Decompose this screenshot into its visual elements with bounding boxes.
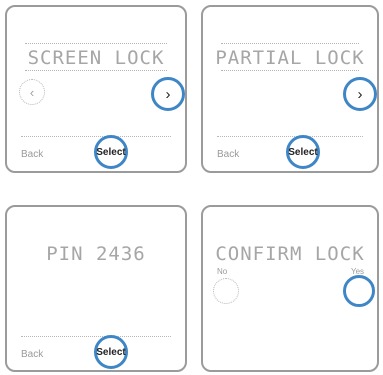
yes-button[interactable] bbox=[343, 275, 375, 307]
select-button[interactable]: Select bbox=[94, 335, 128, 369]
previous-button[interactable]: ‹ bbox=[19, 79, 45, 105]
display-top-rule bbox=[25, 43, 167, 44]
select-button[interactable]: Select bbox=[94, 135, 128, 169]
display-top-rule bbox=[221, 43, 359, 44]
no-button[interactable] bbox=[213, 278, 239, 304]
divider bbox=[217, 136, 363, 137]
next-button[interactable]: › bbox=[343, 77, 377, 111]
panel-confirm-lock: CONFIRM LOCK No Yes bbox=[201, 205, 379, 372]
back-button[interactable]: Back bbox=[217, 149, 239, 160]
back-button[interactable]: Back bbox=[21, 349, 43, 360]
select-button[interactable]: Select bbox=[286, 135, 320, 169]
panel-pin: PIN 2436 Back Select bbox=[5, 205, 187, 372]
display-text: PIN 2436 bbox=[46, 243, 146, 265]
display-text: CONFIRM LOCK bbox=[215, 243, 365, 265]
no-label: No bbox=[217, 267, 228, 276]
panel-partial-lock: PARTIAL LOCK › Back Select bbox=[201, 5, 379, 173]
chevron-left-icon: ‹ bbox=[29, 84, 35, 100]
divider bbox=[21, 136, 171, 137]
display-bottom-rule bbox=[221, 70, 359, 71]
display-text: SCREEN LOCK bbox=[27, 47, 165, 69]
back-button[interactable]: Back bbox=[21, 149, 43, 160]
panel-screen-lock: SCREEN LOCK ‹ › Back Select bbox=[5, 5, 187, 173]
next-button[interactable]: › bbox=[151, 77, 185, 111]
display-text: PARTIAL LOCK bbox=[215, 47, 365, 69]
divider bbox=[21, 336, 171, 337]
chevron-right-icon: › bbox=[357, 85, 363, 103]
chevron-right-icon: › bbox=[165, 85, 171, 103]
display-bottom-rule bbox=[25, 70, 167, 71]
